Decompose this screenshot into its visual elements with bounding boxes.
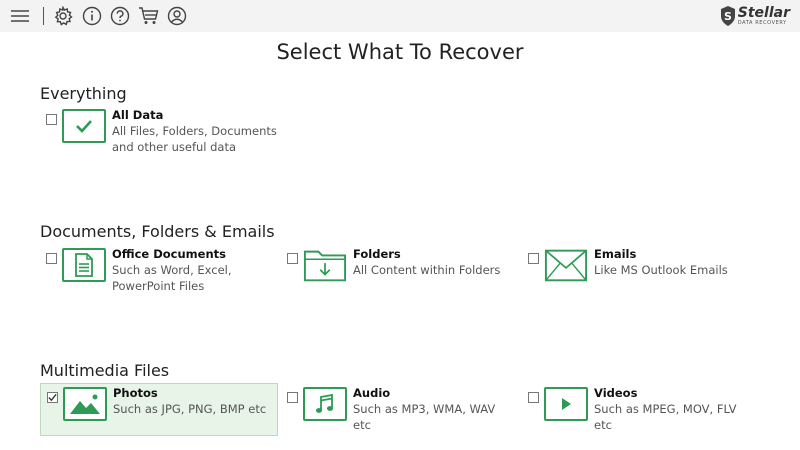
checkbox-check-icon <box>48 393 57 402</box>
menu-icon[interactable] <box>8 4 32 28</box>
option-photos[interactable]: Photos Such as JPG, PNG, BMP etc <box>40 383 278 436</box>
audio-checkbox[interactable] <box>287 392 298 403</box>
section-title-multimedia: Multimedia Files <box>40 361 170 380</box>
cart-icon[interactable] <box>137 4 161 28</box>
gear-icon[interactable] <box>51 4 75 28</box>
option-description: All Content within Folders <box>353 263 501 277</box>
svg-text:S: S <box>724 10 732 23</box>
envelope-icon <box>544 248 588 282</box>
section-title-everything: Everything <box>40 84 127 103</box>
option-description: Such as MPEG, MOV, FLV <box>594 402 737 416</box>
option-description: Such as MP3, WMA, WAV <box>353 402 496 416</box>
option-label: Emails <box>594 247 637 261</box>
option-audio[interactable]: Audio Such as MP3, WMA, WAV etc <box>281 384 519 438</box>
option-label: Videos <box>594 386 638 400</box>
option-label: Office Documents <box>112 247 226 261</box>
option-office-documents[interactable]: Office Documents Such as Word, Excel, Po… <box>40 245 278 299</box>
photos-checkbox[interactable] <box>47 392 58 403</box>
brand-tagline: DATA RECOVERY <box>737 20 787 26</box>
option-description: All Files, Folders, Documents <box>112 124 277 138</box>
option-description: and other useful data <box>112 140 237 154</box>
top-toolbar: S Stellar DATA RECOVERY <box>0 0 800 32</box>
option-description: etc <box>594 418 612 432</box>
all-data-checkbox[interactable] <box>46 114 57 125</box>
page-title: Select What To Recover <box>276 40 524 64</box>
option-label: Photos <box>113 386 158 400</box>
option-description: Such as JPG, PNG, BMP etc <box>113 402 267 416</box>
option-folders[interactable]: Folders All Content within Folders <box>281 245 519 299</box>
info-icon[interactable] <box>80 4 104 28</box>
option-all-data[interactable]: All Data All Files, Folders, Documents a… <box>40 106 278 160</box>
option-videos[interactable]: Videos Such as MPEG, MOV, FLV etc <box>522 384 760 438</box>
checkmark-icon <box>62 109 106 143</box>
shield-icon: S <box>720 6 735 26</box>
office-documents-checkbox[interactable] <box>46 253 57 264</box>
user-icon[interactable] <box>165 4 189 28</box>
emails-checkbox[interactable] <box>528 253 539 264</box>
option-label: Audio <box>353 386 391 400</box>
play-icon <box>544 387 588 421</box>
option-description: Such as Word, Excel, <box>112 263 232 277</box>
photo-icon <box>63 387 107 421</box>
brand-name: Stellar <box>737 5 790 21</box>
music-note-icon <box>303 387 347 421</box>
option-label: Folders <box>353 247 401 261</box>
option-description: PowerPoint Files <box>112 279 205 293</box>
option-emails[interactable]: Emails Like MS Outlook Emails <box>522 245 760 299</box>
section-title-documents: Documents, Folders & Emails <box>40 222 275 241</box>
videos-checkbox[interactable] <box>528 392 539 403</box>
option-label: All Data <box>112 108 164 122</box>
folders-checkbox[interactable] <box>287 253 298 264</box>
help-icon[interactable] <box>108 4 132 28</box>
document-icon <box>62 248 106 282</box>
folder-icon <box>303 248 347 282</box>
stellar-logo: S Stellar DATA RECOVERY <box>720 3 790 29</box>
toolbar-separator <box>43 7 44 25</box>
option-description: Like MS Outlook Emails <box>594 263 728 277</box>
option-description: etc <box>353 418 371 432</box>
